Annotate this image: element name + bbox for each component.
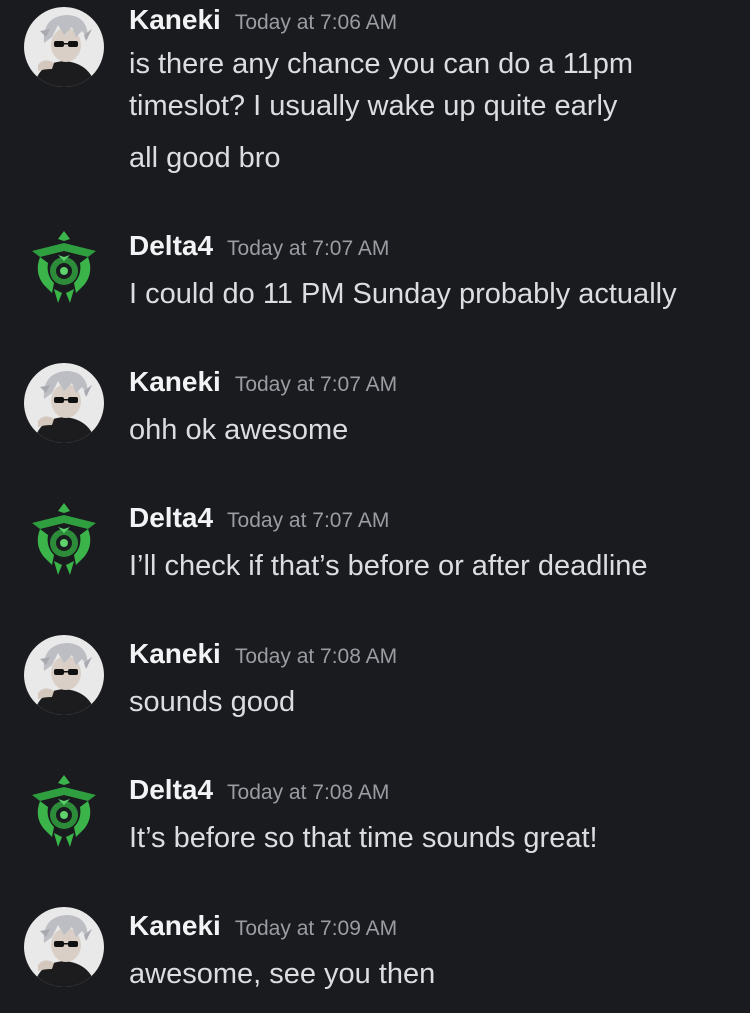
delta4-avatar[interactable] xyxy=(24,499,104,579)
author-name[interactable]: Kaneki xyxy=(129,638,221,669)
message-header: Delta4 Today at 7:07 AM xyxy=(129,230,389,262)
message-text: is there any chance you can do a 11pm xyxy=(129,48,634,80)
author-name[interactable]: Kaneki xyxy=(129,4,221,35)
timestamp: Today at 7:08 AM xyxy=(227,781,390,804)
message-text: I could do 11 PM Sunday probably actuall… xyxy=(129,278,677,310)
timestamp: Today at 7:07 AM xyxy=(227,237,390,260)
author-name[interactable]: Kaneki xyxy=(129,910,221,941)
kaneki-avatar[interactable] xyxy=(24,907,104,987)
message-header: Kaneki Today at 7:07 AM xyxy=(129,366,397,398)
message-text: I’ll check if that’s before or after dea… xyxy=(129,550,648,582)
kaneki-avatar[interactable] xyxy=(24,363,104,443)
message-header: Delta4 Today at 7:08 AM xyxy=(129,774,389,806)
timestamp: Today at 7:06 AM xyxy=(234,11,398,34)
delta4-avatar[interactable] xyxy=(24,227,104,307)
message-text: It’s before so that time sounds great! xyxy=(129,822,598,854)
author-name[interactable]: Delta4 xyxy=(129,230,213,261)
message-text: sounds good xyxy=(129,686,296,718)
message-text: timeslot? I usually wake up quite early xyxy=(129,90,618,122)
message-header: Delta4 Today at 7:07 AM xyxy=(129,502,389,534)
timestamp: Today at 7:07 AM xyxy=(234,373,398,396)
timestamp: Today at 7:09 AM xyxy=(234,917,398,940)
author-name[interactable]: Delta4 xyxy=(129,502,213,533)
delta4-avatar[interactable] xyxy=(24,771,104,851)
timestamp: Today at 7:07 AM xyxy=(227,509,390,532)
author-name[interactable]: Kaneki xyxy=(129,366,221,397)
message-text: ohh ok awesome xyxy=(129,414,349,446)
message-header: Kaneki Today at 7:06 AM xyxy=(129,4,397,36)
kaneki-avatar[interactable] xyxy=(24,635,104,715)
kaneki-avatar[interactable] xyxy=(24,7,104,87)
message-text: all good bro xyxy=(129,142,281,174)
message-text: awesome, see you then xyxy=(129,958,436,990)
message-header: Kaneki Today at 7:09 AM xyxy=(129,910,397,942)
author-name[interactable]: Delta4 xyxy=(129,774,213,805)
timestamp: Today at 7:08 AM xyxy=(234,645,398,668)
message-header: Kaneki Today at 7:08 AM xyxy=(129,638,397,670)
